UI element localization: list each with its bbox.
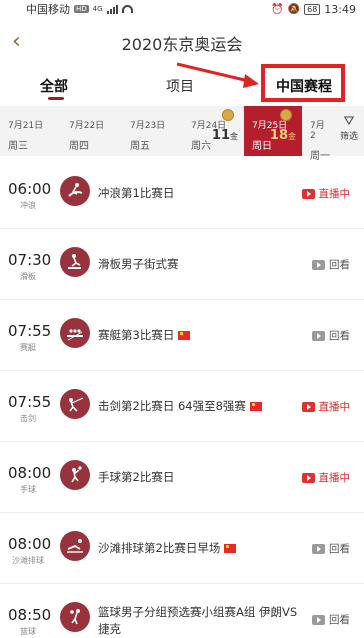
- china-flag-icon: [178, 331, 191, 340]
- date-label: 7月21日: [8, 121, 44, 131]
- list-item[interactable]: 07:55 赛艇 赛艇第3比赛日 回看: [0, 300, 364, 371]
- event-sport: 滑板: [20, 272, 36, 281]
- status-bar: 中国移动 HD 4G ⏰ 🔕 68 13:49: [0, 0, 364, 18]
- basketball-icon: [60, 602, 90, 632]
- list-item[interactable]: 08:50 篮球 篮球男子分组预选赛小组赛A组 伊朗VS捷克 回看: [0, 584, 364, 638]
- event-name: 手球第2比赛日: [98, 470, 175, 484]
- signal-icon: [106, 4, 118, 14]
- event-name: 滑板男子街式赛: [98, 257, 179, 271]
- date-item[interactable]: 7月21日 周三: [0, 106, 61, 156]
- mute-icon: 🔕: [287, 3, 301, 15]
- tv-icon: [312, 543, 325, 554]
- fencing-icon: [60, 389, 90, 419]
- event-name: 篮球男子分组预选赛小组赛A组 伊朗VS捷克: [98, 605, 298, 636]
- event-sport: 手球: [20, 485, 36, 494]
- date-item[interactable]: 7月2 周一: [302, 106, 330, 162]
- event-time: 08:00: [8, 464, 52, 482]
- date-item[interactable]: 7月24日 周六 11金: [183, 106, 244, 156]
- tv-icon: [312, 330, 325, 341]
- live-button[interactable]: 直播中: [301, 186, 350, 201]
- tv-icon: [301, 401, 315, 412]
- date-item[interactable]: 7月23日 周五: [122, 106, 183, 156]
- battery-icon: 68: [304, 3, 321, 15]
- event-sport: 篮球: [20, 627, 36, 636]
- gold-count: 11金: [211, 128, 238, 143]
- active-tab-indicator: [48, 97, 64, 100]
- annotation-highlight-box: [261, 64, 345, 102]
- filter-label: 筛选: [339, 132, 358, 142]
- replay-button[interactable]: 回看: [312, 612, 350, 627]
- gold-count: 18金: [269, 128, 296, 143]
- weekday-label: 周四: [69, 141, 89, 152]
- date-label: 7月22日: [69, 121, 105, 131]
- event-time: 07:30: [8, 251, 52, 269]
- filter-button[interactable]: ⛛ 筛选: [334, 106, 364, 156]
- date-item-selected[interactable]: 7月25日 周日 18金: [244, 106, 302, 156]
- filter-icon: ⛛: [343, 114, 355, 129]
- skateboarding-icon: [60, 247, 90, 277]
- list-item[interactable]: 08:00 手球 手球第2比赛日 直播中: [0, 442, 364, 513]
- replay-button[interactable]: 回看: [312, 328, 350, 343]
- event-sport: 冲浪: [20, 201, 36, 210]
- event-time: 07:55: [8, 393, 52, 411]
- surfing-icon: [60, 176, 90, 206]
- list-item[interactable]: 06:00 冲浪 冲浪第1比赛日 直播中: [0, 158, 364, 229]
- weekday-label: 周五: [130, 141, 150, 152]
- beach-volleyball-icon: [60, 531, 90, 561]
- tv-icon: [301, 188, 315, 199]
- event-time: 07:55: [8, 322, 52, 340]
- event-name: 沙滩排球第2比赛日早场: [98, 540, 237, 556]
- event-name: 击剑第2比赛日 64强至8强赛: [98, 398, 262, 414]
- event-name: 冲浪第1比赛日: [98, 186, 175, 200]
- date-label: 7月2: [310, 121, 325, 141]
- event-name: 赛艇第3比赛日: [98, 327, 191, 343]
- list-item[interactable]: 08:00 沙滩排球 沙滩排球第2比赛日早场 回看: [0, 513, 364, 584]
- event-sport: 击剑: [20, 414, 36, 423]
- hd-badge: HD: [74, 5, 89, 13]
- live-button[interactable]: 直播中: [301, 399, 350, 414]
- clock: 13:49: [324, 2, 356, 16]
- gold-medal-icon: [280, 109, 292, 121]
- list-item[interactable]: 07:55 击剑 击剑第2比赛日 64强至8强赛 直播中: [0, 371, 364, 442]
- replay-button[interactable]: 回看: [312, 541, 350, 556]
- event-time: 08:50: [8, 606, 52, 624]
- alarm-icon: ⏰: [271, 3, 284, 15]
- page-title: 2020东京奥运会: [121, 35, 243, 54]
- chevron-left-icon[interactable]: ‹: [12, 31, 21, 53]
- tab-all[interactable]: 全部: [40, 76, 68, 96]
- replay-button[interactable]: 回看: [312, 257, 350, 272]
- tv-icon: [312, 614, 325, 625]
- weekday-label: 周三: [8, 141, 28, 152]
- date-label: 7月23日: [130, 121, 166, 131]
- date-item[interactable]: 7月22日 周四: [61, 106, 122, 156]
- wifi-icon: [121, 5, 133, 13]
- event-time: 08:00: [8, 535, 52, 553]
- event-list: 06:00 冲浪 冲浪第1比赛日 直播中 07:30 滑板 滑板男子街式赛 回看…: [0, 158, 364, 638]
- rowing-icon: [60, 318, 90, 348]
- tv-icon: [312, 259, 325, 270]
- annotation-arrow-icon: [176, 62, 259, 88]
- gold-medal-icon: [222, 109, 234, 121]
- live-button[interactable]: 直播中: [301, 470, 350, 485]
- network-label: 4G: [92, 5, 103, 13]
- date-strip: 7月21日 周三 7月22日 周四 7月23日 周五 7月24日 周六 11金 …: [0, 106, 364, 162]
- handball-icon: [60, 460, 90, 490]
- event-time: 06:00: [8, 180, 52, 198]
- list-item[interactable]: 07:30 滑板 滑板男子街式赛 回看: [0, 229, 364, 300]
- china-flag-icon: [249, 402, 262, 411]
- tv-icon: [301, 472, 315, 483]
- carrier-label: 中国移动: [26, 3, 70, 16]
- china-flag-icon: [224, 544, 237, 553]
- event-sport: 沙滩排球: [12, 556, 44, 565]
- event-sport: 赛艇: [20, 343, 36, 352]
